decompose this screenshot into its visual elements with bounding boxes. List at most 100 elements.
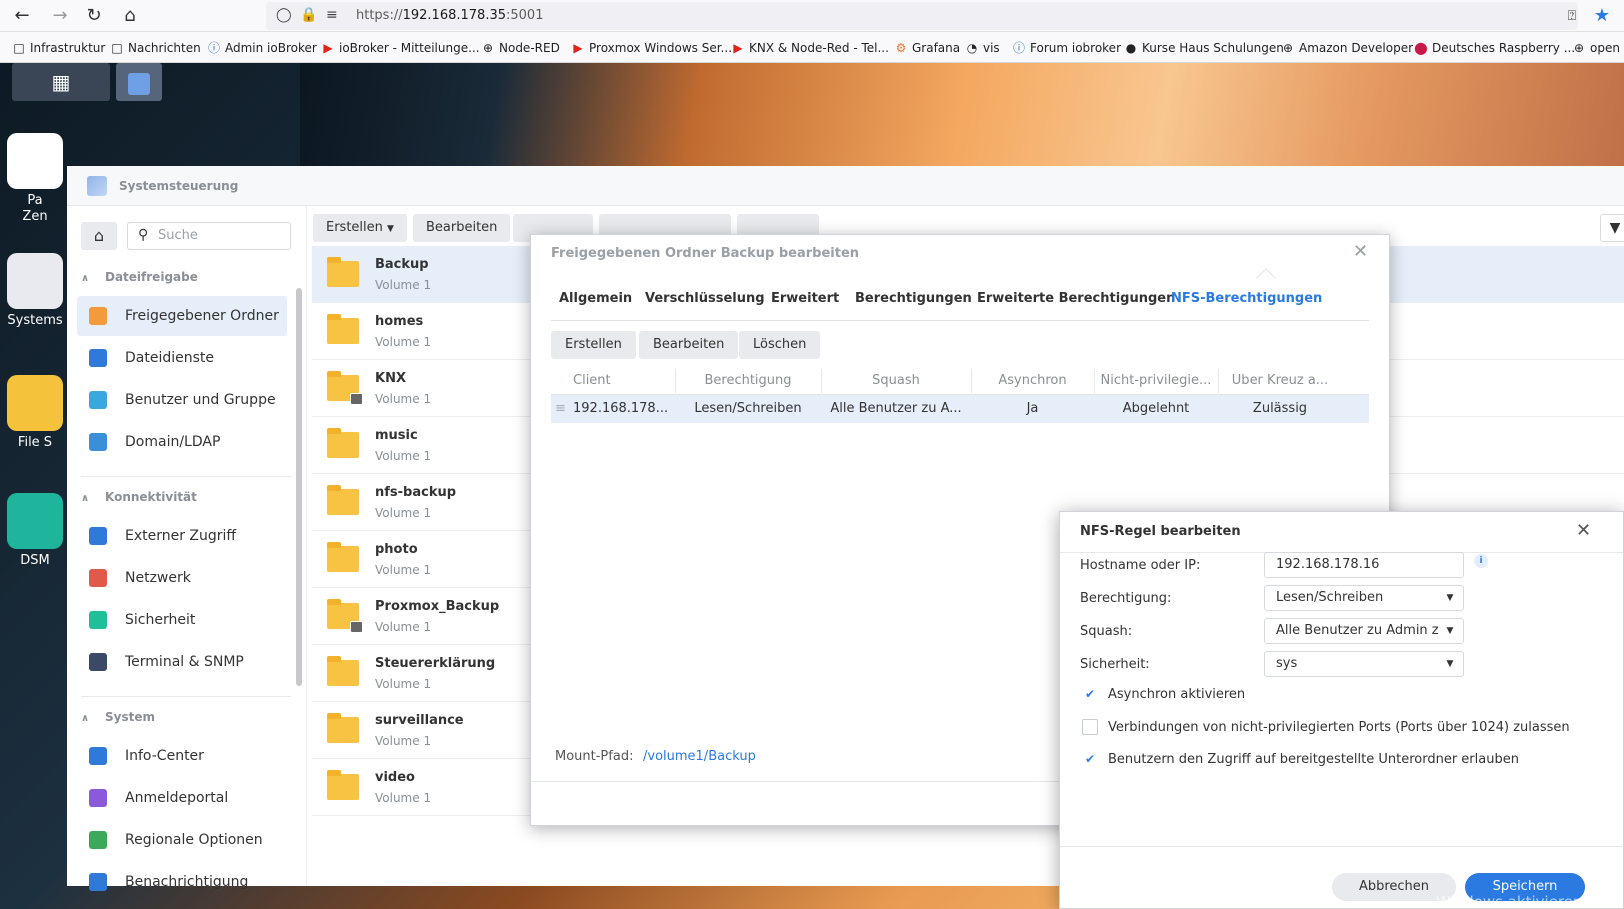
column-header[interactable]: Über Kreuz a... [1218,373,1342,388]
grafana-icon: ⚙ [895,41,907,55]
youtube-icon: ▶ [733,41,743,55]
hostname-input[interactable]: 192.168.178.16 [1264,552,1464,578]
column-header[interactable]: Client [551,373,675,388]
sidebar-item[interactable]: Terminal & SNMP [77,642,287,682]
tab-erweiterte-berechtigungen[interactable]: Erweiterte Berechtigungen [977,291,1175,306]
column-header[interactable]: Asynchron [971,373,1094,388]
address-bar[interactable]: ◯ 🔒 ≡ https://192.168.178.35:5001 [266,2,1578,30]
shield-icon[interactable]: ◯ [276,7,292,23]
sidebar: ⌂ ⚲ ∧ Dateifreigabe Freigegebener Ordner Da… [67,206,307,891]
sidebar-item[interactable]: Domain/LDAP [77,422,287,462]
tab-nfs-berechtigungen[interactable]: NFS-Berechtigungen [1171,291,1322,306]
tab-berechtigungen[interactable]: Berechtigungen [855,291,972,306]
main-menu-button[interactable]: ▦ [12,63,110,101]
nfs-edit-button[interactable]: Bearbeiten [639,331,739,359]
column-separator [1094,369,1095,393]
mount-path-link[interactable]: /volume1/Backup [643,749,756,764]
folder-name: music [375,428,418,443]
permissions-icon[interactable]: ≡ [326,7,338,23]
translate-icon[interactable]: ⍰ [1560,4,1584,28]
bookmark-item[interactable]: ▶ ioBroker - Mitteilunge... [321,39,479,57]
checkbox[interactable]: ✔ [1082,751,1098,767]
desktop-icon-label: Pa Zen [22,193,48,224]
sidebar-item[interactable]: Netzwerk [77,558,287,598]
bookmark-item[interactable]: ⓘ Admin ioBroker [207,39,317,57]
desktop-icon[interactable]: Systems [0,253,70,329]
close-icon[interactable]: ✕ [1576,520,1591,541]
tab-verschl-sselung[interactable]: Verschlüsselung [645,291,765,306]
bookmark-item[interactable]: ⓘ Forum iobroker [1012,39,1121,57]
column-header[interactable]: Berechtigung [675,373,821,388]
sidebar-scrollbar[interactable] [296,288,302,686]
bookmark-item[interactable]: ▶ KNX & Node-Red - Tel... [731,39,889,57]
sidebar-section-header[interactable]: ∧ Dateifreigabe [81,270,198,284]
edit-button[interactable]: Bearbeiten [413,214,511,242]
column-separator [971,369,972,393]
folder-icon [327,428,359,458]
home-button[interactable]: ⌂ [81,222,117,250]
desktop-icon[interactable]: Pa Zen [0,133,70,225]
folder-volume: Volume 1 [375,449,432,463]
bookmark-item[interactable]: □ Infrastruktur [12,39,105,57]
control-panel-taskbar-button[interactable] [116,63,162,101]
sidebar-item[interactable]: Info-Center [77,736,287,776]
section-title: Konnektivität [105,490,197,504]
sidebar-item[interactable]: Anmeldeportal [77,778,287,818]
bookmark-item[interactable]: ⬤ Deutsches Raspberry ... [1414,39,1575,57]
forward-icon[interactable]: → [48,4,72,28]
nfs-create-button[interactable]: Erstellen [551,331,636,359]
desktop-icon-label: File S [17,435,53,450]
back-icon[interactable]: ← [10,4,34,28]
sidebar-item[interactable]: Externer Zugriff [77,516,287,556]
nfs-delete-button[interactable]: Löschen [739,331,821,359]
caret-down-icon: ▼ [387,224,394,234]
sidebar-item-icon [89,653,107,671]
bookmark-item[interactable]: ⚙ Grafana [894,39,961,57]
sidebar-search[interactable]: ⚲ [127,222,291,250]
hostname-value: 192.168.178.16 [1276,557,1380,572]
column-header[interactable]: Nicht-privilegie... [1094,373,1218,388]
bookmark-item[interactable]: □ Nachrichten [110,39,200,57]
sidebar-item[interactable]: Regionale Optionen [77,820,287,860]
table-cell: 192.168.178... [573,401,669,416]
squash-select[interactable]: Alle Benutzer zu Admin z ▼ [1264,618,1464,644]
filter-button[interactable]: ▼ [1600,214,1624,242]
sidebar-item[interactable]: Sicherheit [77,600,287,640]
bookmark-star-icon[interactable]: ★ [1590,4,1614,28]
window-titlebar[interactable]: Systemsteuerung [67,166,1624,206]
close-icon[interactable]: ✕ [1353,241,1368,262]
bookmark-item[interactable]: ◔ vis [965,39,1000,57]
create-dropdown-button[interactable]: Erstellen ▼ [313,214,407,242]
bookmark-item[interactable]: ⊕ open [1572,39,1620,57]
desktop-icon[interactable]: DSM [0,493,70,569]
sidebar-section-header[interactable]: ∧ System [81,710,155,724]
bookmark-item[interactable]: ⊕ Amazon Developer [1281,39,1413,57]
folder-icon [327,485,359,515]
security-select[interactable]: sys ▼ [1264,651,1464,677]
bookmark-item[interactable]: ▶ Proxmox Windows Ser... [571,39,732,57]
desktop-app-icon [7,375,63,431]
iobroker-icon: ⓘ [207,41,220,55]
info-icon[interactable]: i [1474,554,1488,568]
lock-icon[interactable]: 🔒 [300,7,317,23]
sidebar-item[interactable]: Benachrichtigung [77,862,287,902]
checkbox[interactable] [1082,719,1098,735]
tab-allgemein[interactable]: Allgemein [559,291,632,306]
tab-erweitert[interactable]: Erweitert [771,291,839,306]
reload-icon[interactable]: ↻ [82,4,106,28]
home-icon[interactable]: ⌂ [118,4,142,28]
security-label: Sicherheit: [1080,657,1150,672]
bookmark-item[interactable]: ● Kurse Haus Schulungen [1124,39,1284,57]
bookmark-item[interactable]: ⊕ Node-RED [481,39,560,57]
sidebar-item[interactable]: Freigegebener Ordner [77,296,287,336]
sidebar-section-header[interactable]: ∧ Konnektivität [81,490,197,504]
table-row[interactable]: ≡ 192.168.178... Lesen/Schreiben Alle Benut… [551,395,1369,423]
search-input[interactable] [158,228,284,243]
sidebar-item[interactable]: Benutzer und Gruppe [77,380,287,420]
sidebar-item[interactable]: Dateidienste [77,338,287,378]
checkbox[interactable]: ✔ [1082,686,1098,702]
folder-volume: Volume 1 [375,392,432,406]
desktop-icon[interactable]: File S [0,375,70,451]
permission-select[interactable]: Lesen/Schreiben ▼ [1264,585,1464,611]
column-header[interactable]: Squash [821,373,971,388]
